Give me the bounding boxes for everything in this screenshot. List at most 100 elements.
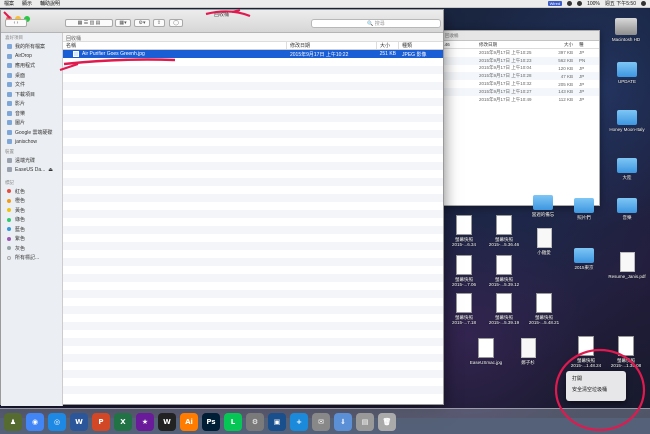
arrange-button[interactable]: ▦▾ xyxy=(115,19,131,27)
back-window-header: 3.46 修改日期 大小 種 xyxy=(441,41,599,49)
menu-help[interactable]: 輔助說明 xyxy=(40,0,60,7)
file-row[interactable]: Air Purifier Goes Greenh.jpg 2015年9月17日 … xyxy=(63,50,443,58)
desktop-icon[interactable]: 大陸 xyxy=(607,158,647,180)
dock-install-icon[interactable]: + xyxy=(290,412,308,431)
back-file-row[interactable]: 2015年9月17日 上午10:32 205 KB JP xyxy=(441,80,599,88)
sidebar-item[interactable]: 我的所有檔案 xyxy=(1,42,62,52)
dock-virtualbox-icon[interactable]: ▣ xyxy=(268,412,286,431)
back-col-size: 大小 xyxy=(564,41,573,47)
sidebar-item[interactable]: 影片 xyxy=(1,99,62,109)
col-date[interactable]: 修改日期 xyxy=(287,42,377,49)
desktop-icon[interactable]: UPDATE xyxy=(607,62,647,84)
back-file-row[interactable]: 2015年9月17日 上午10:25 397 KB JP xyxy=(441,49,599,57)
sidebar-tag[interactable]: 綠色 xyxy=(1,215,62,225)
volume-icon[interactable] xyxy=(577,1,583,6)
desktop-icon[interactable]: 螢幕快照 2015-...1.48.24 xyxy=(566,336,606,368)
desktop-icon[interactable]: 2015東京 xyxy=(564,248,604,270)
desktop-icon[interactable]: Macintosh HD xyxy=(606,18,646,42)
dock-game-icon[interactable]: ♟ xyxy=(4,412,22,431)
sidebar-item[interactable]: janischow xyxy=(1,137,62,147)
sidebar-device[interactable]: EaseUS Da... ⏏ xyxy=(1,165,62,175)
sidebar-item[interactable]: 下載項目 xyxy=(1,90,62,100)
action-gear-icon[interactable]: ⚙▾ xyxy=(134,19,150,27)
sidebar-item[interactable]: 桌面 xyxy=(1,71,62,81)
dock-powerpoint-icon[interactable]: P xyxy=(92,412,110,431)
finder-window[interactable]: ‹ › ▦ ☰ ▥ ▤ ▦▾ ⚙▾ ⇪ ◯ 回收桶 🔍 搜尋 喜好項目 我的所有… xyxy=(0,9,444,406)
sidebar-item[interactable]: 應用程式 xyxy=(1,61,62,71)
menu-file[interactable]: 檔案 xyxy=(4,0,14,7)
menu-item-open[interactable]: 打開 xyxy=(566,374,626,385)
col-name[interactable]: 名稱 xyxy=(63,42,287,49)
desktop-icon[interactable]: 螢幕快照 2015-...6.34 xyxy=(444,215,484,247)
dock-mail-icon[interactable]: ✉ xyxy=(312,412,330,431)
col-size[interactable]: 大小 xyxy=(377,42,399,49)
dock-line-icon[interactable]: L xyxy=(224,412,242,431)
desktop-icon[interactable]: Honey Moon-Italy xyxy=(607,110,647,132)
sidebar-tag[interactable]: 紫色 xyxy=(1,234,62,244)
search-input[interactable]: 🔍 搜尋 xyxy=(311,19,441,28)
menu-view[interactable]: 顯示 xyxy=(22,0,32,7)
menu-item-secure-empty-trash[interactable]: 安全清空垃圾桶 xyxy=(566,385,626,396)
dock-instruments-icon[interactable]: ⚙ xyxy=(246,412,264,431)
desktop-icon[interactable]: 小雞愛 xyxy=(524,228,564,255)
sidebar-tag[interactable]: 灰色 xyxy=(1,244,62,254)
desktop-icon[interactable]: 照片們 xyxy=(564,198,604,220)
dock-word-icon[interactable]: W xyxy=(70,412,88,431)
dock-docs-icon[interactable]: ▤ xyxy=(356,412,374,431)
view-mode-buttons[interactable]: ▦ ☰ ▥ ▤ xyxy=(65,19,113,27)
dock-illustrator-icon[interactable]: Ai xyxy=(180,412,198,431)
wired-status[interactable]: Wired xyxy=(547,1,563,6)
back-col-kind: 種 xyxy=(579,41,584,47)
desktop-icon[interactable]: Resume_Janis.pdf xyxy=(604,252,650,279)
sidebar-tag[interactable]: 橙色 xyxy=(1,196,62,206)
spotlight-icon[interactable] xyxy=(641,1,646,6)
sidebar-item[interactable]: AirDrop xyxy=(1,52,62,62)
desktop-icon[interactable]: 音樂 xyxy=(607,198,647,220)
desktop-icon[interactable]: 鄭子杉 xyxy=(508,338,548,365)
sidebar-item[interactable]: 音樂 xyxy=(1,109,62,119)
sidebar-header-tags: 標記 xyxy=(5,179,14,185)
file-icon xyxy=(496,255,512,275)
background-finder-window[interactable]: 回收桶 3.46 修改日期 大小 種 2015年9月17日 上午10:25 397… xyxy=(440,30,600,206)
dock-downloads-icon[interactable]: ⇓ xyxy=(334,412,352,431)
desktop-icon[interactable]: 螢幕快照 2015-...7.18 xyxy=(444,293,484,325)
sidebar-item-label: 我的所有檔案 xyxy=(15,44,46,51)
sidebar-item[interactable]: Google 雲端硬碟 xyxy=(1,128,62,138)
desktop-icon[interactable]: 螢幕快照 2015-...7.06 xyxy=(444,255,484,287)
sidebar-all-tags[interactable]: 所有標記... xyxy=(1,253,62,263)
desktop-icon-label: 當週的備忘 xyxy=(531,212,555,217)
desktop-icon[interactable]: 螢幕快照 2015-...5.39.12 xyxy=(484,255,524,287)
desktop-icon[interactable]: 螢幕快照 2015-...5.36.46 xyxy=(484,215,524,247)
eject-icon[interactable]: ⏏ xyxy=(48,167,53,173)
clock[interactable]: 週五 下午5:50 xyxy=(605,0,636,7)
desktop-icon[interactable]: 螢幕快照 2015-...1.35.08 xyxy=(606,336,646,368)
dock-imovie-icon[interactable]: ★ xyxy=(136,412,154,431)
battery-percent[interactable]: 100% xyxy=(587,1,600,7)
back-forward-buttons[interactable]: ‹ › xyxy=(5,19,27,27)
dock-war-of-mine-icon[interactable]: W xyxy=(158,412,176,431)
dock-trash-icon[interactable]: 🗑 xyxy=(378,412,396,431)
desktop-icon[interactable]: 螢幕快照 2015-...5.39.19 xyxy=(484,293,524,325)
tag-icon[interactable]: ◯ xyxy=(169,19,183,27)
dock-chrome-icon[interactable]: ◉ xyxy=(26,412,44,431)
back-file-row[interactable]: 2015年9月17日 上午10:27 143 KB JP xyxy=(441,87,599,96)
sidebar-item[interactable]: 圖片 xyxy=(1,118,62,128)
sidebar-item[interactable]: 文件 xyxy=(1,80,62,90)
sidebar-tag[interactable]: 黃色 xyxy=(1,206,62,216)
desktop-icon[interactable]: EaseUSmac.jpg xyxy=(466,338,506,365)
back-file-row[interactable]: 2015年9月17日 上午10:49 112 KB JP xyxy=(441,96,599,104)
dock-photoshop-icon[interactable]: Ps xyxy=(202,412,220,431)
back-file-row[interactable]: 2015年9月17日 上午10:23 562 KB PN xyxy=(441,56,599,65)
share-icon[interactable]: ⇪ xyxy=(153,19,165,27)
desktop-icon[interactable]: 螢幕快照 2015-...5.48.21 xyxy=(524,293,564,325)
sidebar-tag[interactable]: 紅色 xyxy=(1,187,62,197)
col-kind[interactable]: 種類 xyxy=(399,42,443,49)
dock-safari-icon[interactable]: ◎ xyxy=(48,412,66,431)
sidebar-device[interactable]: 遠端光碟 xyxy=(1,156,62,166)
back-file-row[interactable]: 2015年9月17日 上午10:28 47 KB JP xyxy=(441,72,599,81)
wifi-icon[interactable] xyxy=(567,1,573,6)
back-file-row[interactable]: 2015年9月17日 上午10:04 120 KB JP xyxy=(441,65,599,73)
sidebar-tag[interactable]: 藍色 xyxy=(1,225,62,235)
desktop-icon[interactable]: 當週的備忘 xyxy=(523,195,563,217)
dock-excel-icon[interactable]: X xyxy=(114,412,132,431)
